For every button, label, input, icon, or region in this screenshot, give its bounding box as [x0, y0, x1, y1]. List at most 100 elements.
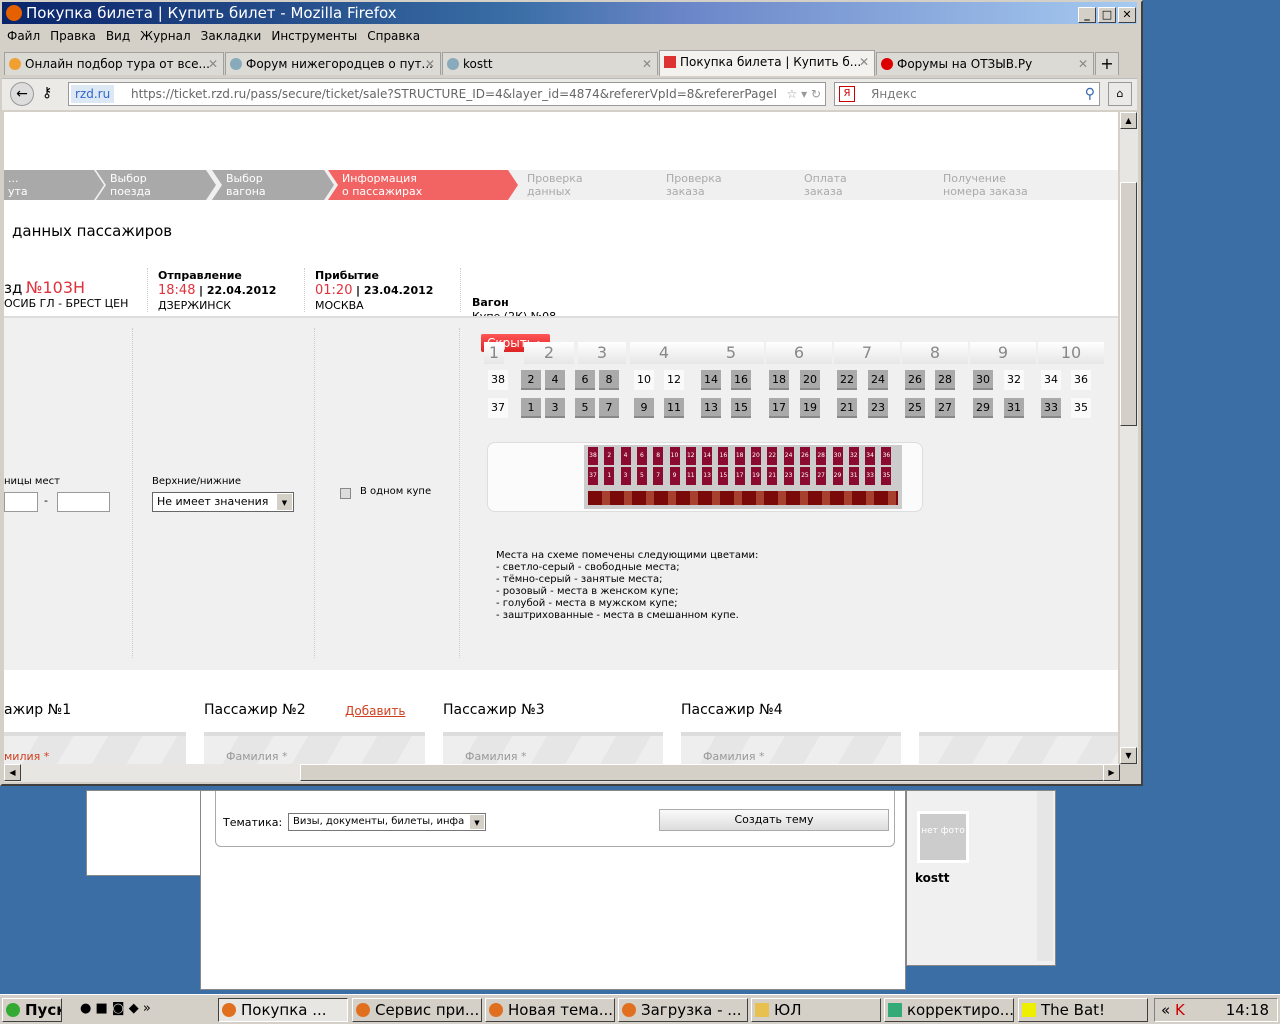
- seat-32[interactable]: 32: [1004, 370, 1024, 390]
- scheme-seat[interactable]: 30: [832, 447, 843, 465]
- seat-range-to-input[interactable]: [57, 492, 110, 512]
- scheme-seat[interactable]: 28: [816, 447, 827, 465]
- seat-4[interactable]: 4: [545, 370, 565, 390]
- scheme-seat[interactable]: 34: [865, 447, 876, 465]
- search-input[interactable]: Я Яндекс ⚲: [834, 82, 1100, 106]
- seat-37[interactable]: 37: [488, 398, 508, 418]
- tab-rzd[interactable]: Покупка билета | Купить б... ✕: [659, 50, 875, 76]
- scheme-seat[interactable]: 4: [620, 447, 631, 465]
- scheme-seat[interactable]: 37: [588, 467, 598, 485]
- search-icon[interactable]: ⚲: [1085, 83, 1095, 105]
- new-tab-button[interactable]: +: [1095, 52, 1119, 75]
- scheme-seat[interactable]: 22: [767, 447, 778, 465]
- task-purchase[interactable]: Покупка ...: [218, 998, 348, 1022]
- close-button[interactable]: ✕: [1118, 7, 1136, 23]
- scheme-seat[interactable]: 19: [751, 467, 761, 485]
- home-button[interactable]: ⌂: [1108, 82, 1132, 106]
- seat-35[interactable]: 35: [1071, 398, 1091, 418]
- scroll-up-button[interactable]: ▲: [1120, 112, 1137, 129]
- seat-34[interactable]: 34: [1041, 370, 1061, 390]
- scheme-seat[interactable]: 35: [881, 467, 892, 485]
- seat-10[interactable]: 10: [634, 370, 654, 390]
- add-passenger-link[interactable]: Добавить: [345, 704, 405, 718]
- scheme-seat[interactable]: 27: [816, 467, 827, 485]
- task-service[interactable]: Сервис при...: [352, 998, 482, 1022]
- vertical-scrollbar[interactable]: ▲ ▼: [1120, 112, 1138, 764]
- seat-38[interactable]: 38: [488, 370, 508, 390]
- scheme-seat[interactable]: 32: [848, 447, 859, 465]
- menu-edit[interactable]: Правка: [50, 29, 96, 43]
- seat-16[interactable]: 16: [731, 370, 751, 390]
- scheme-seat[interactable]: 23: [783, 467, 794, 485]
- menu-bookmarks[interactable]: Закладки: [201, 29, 262, 43]
- same-coupe-checkbox[interactable]: [340, 488, 351, 499]
- tab-forum[interactable]: Форум нижегородцев о пут... ✕: [225, 52, 441, 75]
- menu-file[interactable]: Файл: [7, 29, 40, 43]
- scheme-seat[interactable]: 12: [685, 447, 696, 465]
- scheme-seat[interactable]: 10: [669, 447, 680, 465]
- scheme-seat[interactable]: 14: [702, 447, 713, 465]
- scrollbar[interactable]: [1037, 791, 1053, 961]
- seat-3[interactable]: 3: [545, 398, 565, 418]
- scroll-down-button[interactable]: ▼: [1120, 747, 1137, 764]
- menu-history[interactable]: Журнал: [140, 29, 191, 43]
- seat-29[interactable]: 29: [973, 398, 993, 418]
- close-tab-icon[interactable]: ✕: [642, 53, 652, 75]
- horizontal-scroll-thumb[interactable]: [300, 764, 1106, 781]
- network-icon[interactable]: ◆: [129, 1001, 139, 1016]
- seat-5[interactable]: 5: [575, 398, 595, 418]
- close-tab-icon[interactable]: ✕: [425, 53, 435, 75]
- seat-31[interactable]: 31: [1004, 398, 1024, 418]
- scheme-seat[interactable]: 15: [718, 467, 729, 485]
- seat-24[interactable]: 24: [868, 370, 888, 390]
- seat-19[interactable]: 19: [800, 398, 820, 418]
- scheme-seat[interactable]: 9: [669, 467, 680, 485]
- task-excel[interactable]: корректиро...: [884, 998, 1014, 1022]
- menu-tools[interactable]: Инструменты: [271, 29, 357, 43]
- scheme-seat[interactable]: 16: [718, 447, 729, 465]
- seat-12[interactable]: 12: [664, 370, 684, 390]
- scheme-seat[interactable]: 6: [636, 447, 647, 465]
- seat-26[interactable]: 26: [905, 370, 925, 390]
- vertical-scroll-thumb[interactable]: [1120, 182, 1137, 426]
- topic-select[interactable]: Визы, документы, билеты, инфа ▼: [288, 813, 486, 831]
- scheme-seat[interactable]: 5: [636, 467, 647, 485]
- back-button[interactable]: ←: [10, 82, 34, 106]
- tab-otzyv[interactable]: Форумы на ОТЗЫВ.Ру ✕: [876, 52, 1094, 75]
- url-bar[interactable]: rzd.ru https://ticket.rzd.ru/pass/secure…: [68, 82, 826, 106]
- seat-28[interactable]: 28: [935, 370, 955, 390]
- seat-range-from-input[interactable]: [4, 492, 38, 512]
- scroll-left-button[interactable]: ◀: [4, 764, 21, 781]
- berth-select[interactable]: Не имеет значения ▼: [152, 492, 294, 512]
- seat-21[interactable]: 21: [837, 398, 857, 418]
- scheme-seat[interactable]: 21: [767, 467, 778, 485]
- scheme-seat[interactable]: 24: [783, 447, 794, 465]
- bat-icon[interactable]: ■: [95, 1001, 107, 1016]
- horizontal-scrollbar[interactable]: ◀ ▶: [4, 764, 1120, 782]
- seat-23[interactable]: 23: [868, 398, 888, 418]
- scheme-seat[interactable]: 31: [848, 467, 859, 485]
- scheme-seat[interactable]: 18: [734, 447, 745, 465]
- seat-9[interactable]: 9: [634, 398, 654, 418]
- maximize-button[interactable]: □: [1098, 7, 1116, 23]
- seat-30[interactable]: 30: [973, 370, 993, 390]
- scheme-seat[interactable]: 20: [751, 447, 761, 465]
- site-identity[interactable]: rzd.ru: [71, 85, 115, 103]
- scheme-seat[interactable]: 36: [881, 447, 892, 465]
- seat-13[interactable]: 13: [701, 398, 721, 418]
- seat-6[interactable]: 6: [575, 370, 595, 390]
- scroll-right-button[interactable]: ▶: [1103, 764, 1120, 781]
- seat-17[interactable]: 17: [769, 398, 789, 418]
- scheme-seat[interactable]: 7: [653, 467, 664, 485]
- scheme-seat[interactable]: 1: [604, 467, 615, 485]
- seat-8[interactable]: 8: [599, 370, 619, 390]
- seat-25[interactable]: 25: [905, 398, 925, 418]
- scheme-seat[interactable]: 26: [799, 447, 810, 465]
- seat-18[interactable]: 18: [769, 370, 789, 390]
- task-folder[interactable]: ЮЛ: [751, 998, 881, 1022]
- close-tab-icon[interactable]: ✕: [859, 51, 869, 73]
- seat-22[interactable]: 22: [837, 370, 857, 390]
- seat-14[interactable]: 14: [701, 370, 721, 390]
- seat-33[interactable]: 33: [1041, 398, 1061, 418]
- scheme-seat[interactable]: 29: [832, 467, 843, 485]
